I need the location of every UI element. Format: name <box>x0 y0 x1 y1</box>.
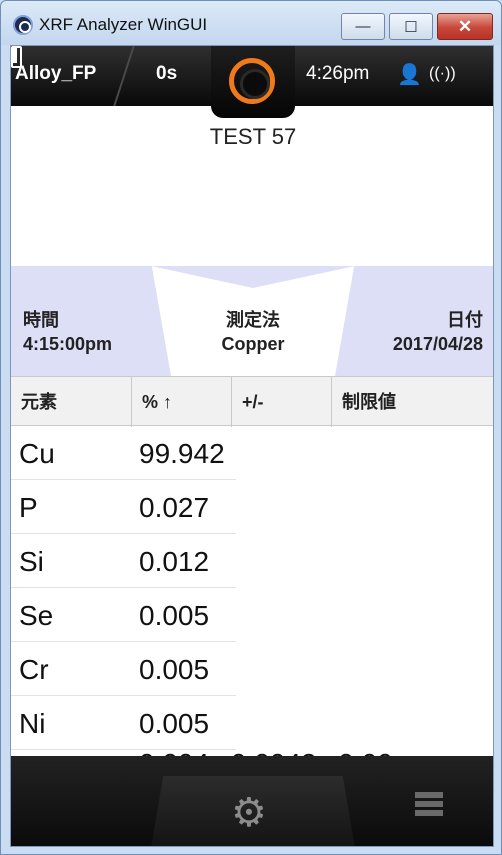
test-info-band: 時間 4:15:00pm 測定法 Copper 日付 2017/04/28 <box>11 266 493 376</box>
app-logo-icon <box>13 15 33 35</box>
elapsed-time: 0s <box>156 63 178 84</box>
test-title: TEST 57 <box>209 124 297 149</box>
results-table-header: 元素 % ↑ +/- 制限値 <box>11 376 493 427</box>
table-row[interactable]: Se 0.005 <box>11 588 236 642</box>
analyzer-logo-icon <box>229 58 275 104</box>
element-cell: P <box>19 492 38 523</box>
table-row[interactable]: Ni 0.005 <box>11 696 236 750</box>
element-cell: Ni <box>19 708 46 739</box>
hamburger-menu-icon[interactable] <box>415 792 443 820</box>
date-label: 日付 <box>447 310 483 330</box>
wireless-signal-icon: ((·)) <box>429 65 456 82</box>
status-bar: Alloy_FP 0s 4:26pm 👤 ((·)) <box>11 46 493 118</box>
column-header-element[interactable]: 元素 <box>11 377 132 427</box>
window-title: XRF Analyzer WinGUI <box>39 15 208 34</box>
start-test-button[interactable] <box>211 46 295 118</box>
element-cell: Se <box>19 600 54 631</box>
element-cell: Cu <box>19 438 55 469</box>
element-cell: Si <box>19 546 44 577</box>
percent-cell: 0.005 <box>139 654 210 685</box>
percent-cell: 0.005 <box>139 708 210 739</box>
element-cell: Cr <box>19 654 49 685</box>
table-row[interactable]: P 0.027 <box>11 480 236 534</box>
bottom-toolbar: ⚙ <box>11 756 493 846</box>
gear-icon[interactable]: ⚙ <box>231 790 267 836</box>
column-header-error[interactable]: +/- <box>232 377 332 427</box>
table-row[interactable]: Si 0.012 <box>11 534 236 588</box>
app-window: XRF Analyzer WinGUI — ☐ ✕ Alloy_FP 0s 4:… <box>0 0 502 855</box>
percent-cell: 0.012 <box>139 546 210 577</box>
method-label: 測定法 <box>226 310 280 330</box>
app-client-area: Alloy_FP 0s 4:26pm 👤 ((·)) TEST 57 時間 4:… <box>10 45 494 847</box>
clock: 4:26pm <box>306 63 370 84</box>
user-icon[interactable]: 👤 <box>397 62 422 87</box>
table-row[interactable]: Cu 99.942 <box>11 426 236 480</box>
column-header-percent[interactable]: % ↑ <box>132 377 232 427</box>
status-divider <box>113 46 135 106</box>
analysis-mode[interactable]: Alloy_FP <box>15 63 96 85</box>
results-table-body[interactable]: Cu 99.942 P 0.027 Si 0.012 Se 0.005 Cr 0… <box>11 426 493 750</box>
info-notch <box>151 266 355 288</box>
percent-cell: 99.942 <box>139 438 225 469</box>
column-header-limit[interactable]: 制限値 <box>332 377 493 427</box>
minimize-button[interactable]: — <box>341 13 385 40</box>
percent-cell: 0.027 <box>139 492 210 523</box>
close-button[interactable]: ✕ <box>437 13 493 40</box>
table-row[interactable]: Cr 0.005 <box>11 642 236 696</box>
percent-cell: 0.005 <box>139 600 210 631</box>
date-value: 2017/04/28 <box>392 334 483 354</box>
maximize-button[interactable]: ☐ <box>389 13 433 40</box>
title-bar[interactable]: XRF Analyzer WinGUI — ☐ ✕ <box>1 1 501 45</box>
